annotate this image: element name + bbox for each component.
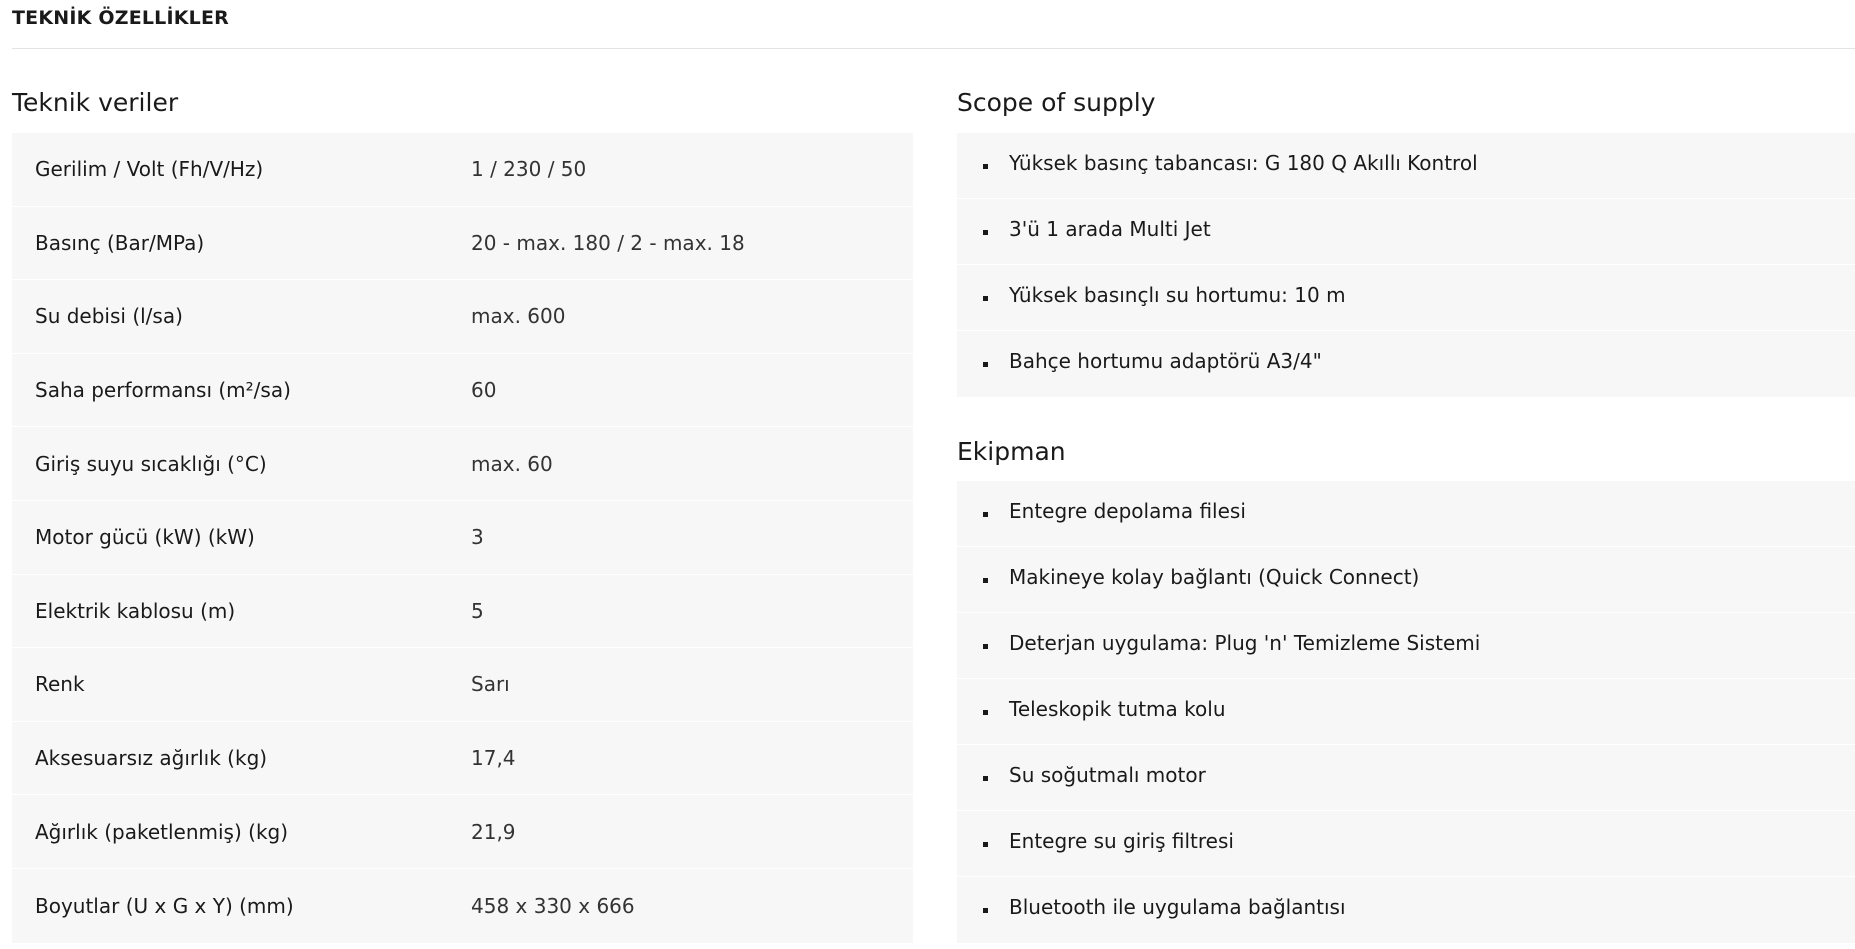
table-row: Su debisi (l/sa) max. 600 — [12, 280, 913, 354]
page-title: TEKNİK ÖZELLİKLER — [12, 7, 230, 29]
spec-value: max. 600 — [471, 304, 566, 329]
list-item: Deterjan uygulama: Plug 'n' Temizleme Si… — [957, 613, 1855, 679]
spec-value: 60 — [471, 378, 497, 403]
spec-value: Sarı — [471, 672, 510, 697]
table-row: Elektrik kablosu (m) 5 — [12, 575, 913, 649]
bullet-icon — [983, 164, 988, 169]
list-item-text: Yüksek basınçlı su hortumu: 10 m — [1009, 283, 1346, 307]
list-item: Bluetooth ile uygulama bağlantısı — [957, 877, 1855, 943]
table-row: Gerilim / Volt (Fh/V/Hz) 1 / 230 / 50 — [12, 133, 913, 207]
list-item-text: Bahçe hortumu adaptörü A3/4" — [1009, 349, 1322, 373]
list-item: Entegre depolama filesi — [957, 481, 1855, 547]
bullet-icon — [983, 710, 988, 715]
spec-label: Su debisi (l/sa) — [35, 304, 183, 329]
bullet-icon — [983, 776, 988, 781]
list-item-text: Yüksek basınç tabancası: G 180 Q Akıllı … — [1009, 151, 1478, 175]
list-item-text: Su soğutmalı motor — [1009, 763, 1206, 787]
equipment-list: Entegre depolama filesi Makineye kolay b… — [957, 481, 1855, 943]
spec-value: 458 x 330 x 666 — [471, 893, 635, 918]
bullet-icon — [983, 578, 988, 583]
tech-data-heading: Teknik veriler — [12, 88, 179, 117]
bullet-icon — [983, 512, 988, 517]
list-item-text: 3'ü 1 arada Multi Jet — [1009, 217, 1211, 241]
spec-value: 21,9 — [471, 819, 516, 844]
table-row: Saha performansı (m²/sa) 60 — [12, 354, 913, 428]
spec-label: Renk — [35, 672, 85, 697]
list-item: Teleskopik tutma kolu — [957, 679, 1855, 745]
table-row: Aksesuarsız ağırlık (kg) 17,4 — [12, 722, 913, 796]
table-row: Basınç (Bar/MPa) 20 - max. 180 / 2 - max… — [12, 207, 913, 281]
spec-value: 3 — [471, 525, 484, 550]
table-row: Motor gücü (kW) (kW) 3 — [12, 501, 913, 575]
table-row: Giriş suyu sıcaklığı (°C) max. 60 — [12, 427, 913, 501]
list-item-text: Entegre su giriş filtresi — [1009, 829, 1234, 853]
spec-value: 1 / 230 / 50 — [471, 157, 587, 182]
list-item-text: Bluetooth ile uygulama bağlantısı — [1009, 895, 1346, 919]
list-item: Entegre su giriş filtresi — [957, 811, 1855, 877]
list-item: Makineye kolay bağlantı (Quick Connect) — [957, 547, 1855, 613]
bullet-icon — [983, 644, 988, 649]
spec-value: 5 — [471, 598, 484, 623]
scope-of-supply-heading: Scope of supply — [957, 88, 1156, 117]
bullet-icon — [983, 908, 988, 913]
spec-value: 20 - max. 180 / 2 - max. 18 — [471, 230, 745, 255]
spec-label: Elektrik kablosu (m) — [35, 598, 236, 623]
spec-label: Ağırlık (paketlenmiş) (kg) — [35, 819, 289, 844]
list-item-text: Makineye kolay bağlantı (Quick Connect) — [1009, 565, 1420, 589]
list-item: Bahçe hortumu adaptörü A3/4" — [957, 331, 1855, 397]
page-header: TEKNİK ÖZELLİKLER — [12, 0, 1855, 49]
spec-value: max. 60 — [471, 451, 553, 476]
bullet-icon — [983, 842, 988, 847]
list-item: 3'ü 1 arada Multi Jet — [957, 199, 1855, 265]
list-item-text: Entegre depolama filesi — [1009, 499, 1246, 523]
bullet-icon — [983, 296, 988, 301]
spec-label: Motor gücü (kW) (kW) — [35, 525, 255, 550]
spec-label: Basınç (Bar/MPa) — [35, 230, 205, 255]
spec-label: Saha performansı (m²/sa) — [35, 378, 291, 403]
bullet-icon — [983, 362, 988, 367]
table-row: Renk Sarı — [12, 648, 913, 722]
tech-data-table: Gerilim / Volt (Fh/V/Hz) 1 / 230 / 50 Ba… — [12, 133, 913, 943]
bullet-icon — [983, 230, 988, 235]
scope-of-supply-list: Yüksek basınç tabancası: G 180 Q Akıllı … — [957, 133, 1855, 397]
spec-label: Aksesuarsız ağırlık (kg) — [35, 746, 268, 771]
list-item: Su soğutmalı motor — [957, 745, 1855, 811]
spec-label: Boyutlar (U x G x Y) (mm) — [35, 893, 294, 918]
spec-value: 17,4 — [471, 746, 516, 771]
table-row: Ağırlık (paketlenmiş) (kg) 21,9 — [12, 795, 913, 869]
table-row: Boyutlar (U x G x Y) (mm) 458 x 330 x 66… — [12, 869, 913, 943]
list-item: Yüksek basınç tabancası: G 180 Q Akıllı … — [957, 133, 1855, 199]
spec-label: Gerilim / Volt (Fh/V/Hz) — [35, 157, 264, 182]
list-item-text: Deterjan uygulama: Plug 'n' Temizleme Si… — [1009, 631, 1481, 655]
spec-label: Giriş suyu sıcaklığı (°C) — [35, 451, 267, 476]
list-item: Yüksek basınçlı su hortumu: 10 m — [957, 265, 1855, 331]
equipment-heading: Ekipman — [957, 437, 1066, 466]
list-item-text: Teleskopik tutma kolu — [1009, 697, 1226, 721]
